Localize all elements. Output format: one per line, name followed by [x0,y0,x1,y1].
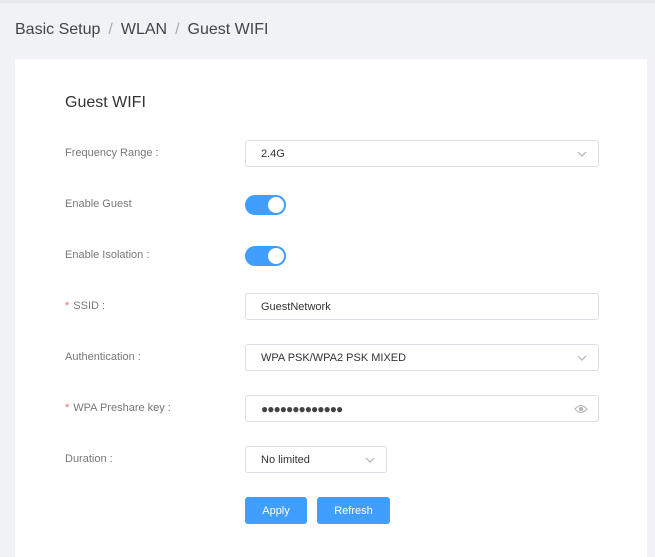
enable-guest-toggle[interactable] [245,195,286,215]
ssid-input[interactable]: GuestNetwork [245,293,599,320]
ssid-label-text: SSID : [73,300,106,312]
frequency-range-label: Frequency Range : [65,147,159,159]
breadcrumb-separator: / [108,21,113,38]
breadcrumb: Basic Setup / WLAN / Guest WIFI [15,21,268,39]
frequency-range-select[interactable]: 2.4G [245,140,599,167]
required-mark: * [65,300,70,312]
wpa-key-masked-value: ●●●●●●●●●●●●● [261,401,343,416]
toggle-knob [268,197,284,213]
enable-isolation-toggle[interactable] [245,246,286,266]
chevron-down-icon [577,151,587,157]
wpa-key-label-text: WPA Preshare key : [73,402,171,414]
frequency-range-value: 2.4G [261,147,285,160]
apply-button[interactable]: Apply [245,497,307,524]
duration-select[interactable]: No limited [245,446,387,473]
authentication-label: Authentication : [65,351,141,363]
wpa-key-label: * WPA Preshare key : [65,402,171,414]
authentication-value: WPA PSK/WPA2 PSK MIXED [261,351,407,364]
ssid-label: * SSID : [65,300,105,312]
refresh-button[interactable]: Refresh [317,497,390,524]
enable-isolation-label: Enable Isolation : [65,249,150,261]
duration-value: No limited [261,453,310,466]
duration-label: Duration : [65,453,113,465]
ssid-value: GuestNetwork [261,300,331,313]
eye-icon[interactable] [574,403,588,415]
breadcrumb-item-basic-setup[interactable]: Basic Setup [15,21,100,38]
chevron-down-icon [577,355,587,361]
breadcrumb-separator: / [175,21,180,38]
top-border [0,0,655,3]
enable-guest-label: Enable Guest [65,198,132,210]
guest-wifi-card: Guest WIFI Frequency Range : 2.4G Enable… [15,59,647,557]
page-title: Guest WIFI [65,94,146,111]
required-mark: * [65,402,70,414]
breadcrumb-item-wlan[interactable]: WLAN [121,21,167,38]
chevron-down-icon [365,457,375,463]
toggle-knob [268,248,284,264]
breadcrumb-item-guest-wifi: Guest WIFI [187,21,269,38]
authentication-select[interactable]: WPA PSK/WPA2 PSK MIXED [245,344,599,371]
wpa-key-input[interactable]: ●●●●●●●●●●●●● [245,395,599,422]
